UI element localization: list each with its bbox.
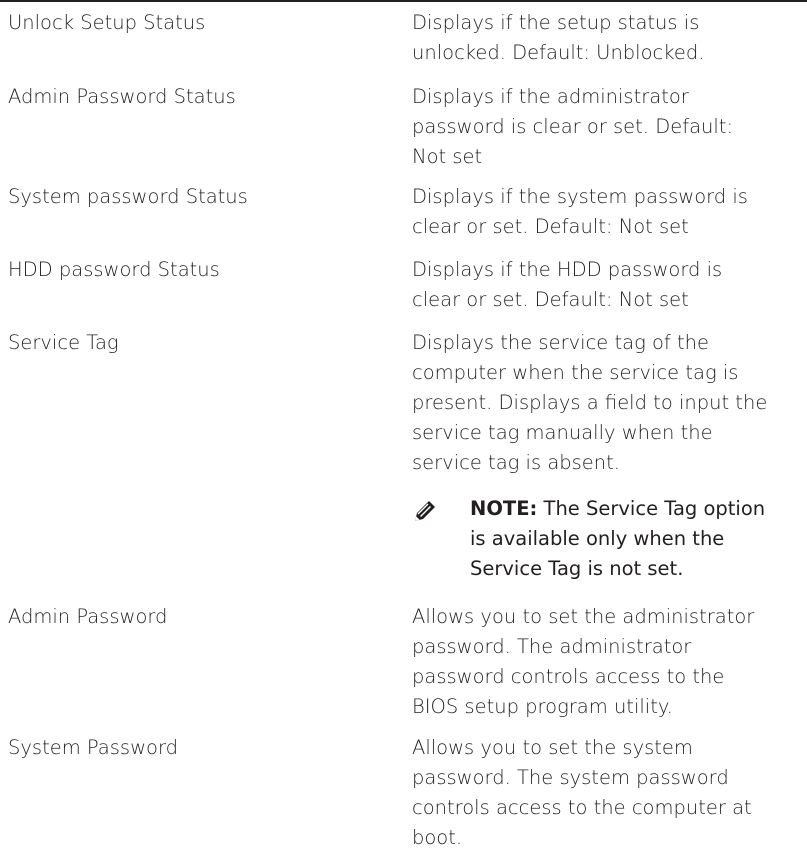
option-label: Admin Password (8, 605, 168, 628)
note-text: NOTE: The Service Tag option is availabl… (470, 494, 805, 584)
option-description: Displays if the HDD password is clear or… (412, 255, 804, 315)
option-description: Allows you to set the administrator pass… (412, 602, 804, 722)
note-line: NOTE: The Service Tag option (470, 494, 805, 524)
note-line: Service Tag is not set. (470, 557, 684, 580)
description-line: Allows you to set the administrator (412, 605, 755, 628)
description-line: password. The system password (412, 766, 729, 789)
description-line: Displays if the HDD password is (412, 258, 723, 281)
option-description: Displays the service tag of the computer… (412, 328, 804, 478)
description-line: password controls access to the (412, 665, 725, 688)
option-label: System Password (8, 736, 178, 759)
description-line: service tag manually when the (412, 421, 713, 444)
note-line: is available only when the (470, 527, 725, 550)
description-line: computer when the service tag is (412, 361, 739, 384)
description-line: Displays if the setup status is (412, 11, 700, 34)
option-label: System password Status (8, 185, 248, 208)
option-label: Service Tag (8, 331, 119, 354)
description-line: controls access to the computer at (412, 796, 752, 819)
description-line: service tag is absent. (412, 451, 621, 474)
option-description: Displays if the administrator password i… (412, 82, 804, 172)
pencil-note-icon (412, 498, 438, 524)
option-description: Displays if the system password is clear… (412, 182, 804, 242)
description-line: unlocked. Default: Unblocked. (412, 41, 705, 64)
option-label: Unlock Setup Status (8, 11, 206, 34)
description-line: present. Displays a field to input the (412, 391, 768, 414)
table-top-rule (0, 0, 807, 2)
description-line: Displays the service tag of the (412, 331, 709, 354)
description-line: Displays if the system password is (412, 185, 748, 208)
option-label: HDD password Status (8, 258, 220, 281)
description-line: boot. (412, 826, 463, 849)
description-line: clear or set. Default: Not set (412, 288, 689, 311)
note-line-rest: The Service Tag option (537, 497, 766, 520)
description-line: BIOS setup program utility. (412, 695, 673, 718)
description-line: Allows you to set the system (412, 736, 693, 759)
note-label: NOTE: (470, 497, 538, 520)
description-line: clear or set. Default: Not set (412, 215, 689, 238)
description-line: Not set (412, 145, 483, 168)
option-description: Displays if the setup status is unlocked… (412, 8, 804, 68)
description-line: password is clear or set. Default: (412, 115, 734, 138)
option-description: Allows you to set the system password. T… (412, 733, 804, 853)
description-line: password. The administrator (412, 635, 692, 658)
description-line: Displays if the administrator (412, 85, 689, 108)
option-label: Admin Password Status (8, 85, 236, 108)
